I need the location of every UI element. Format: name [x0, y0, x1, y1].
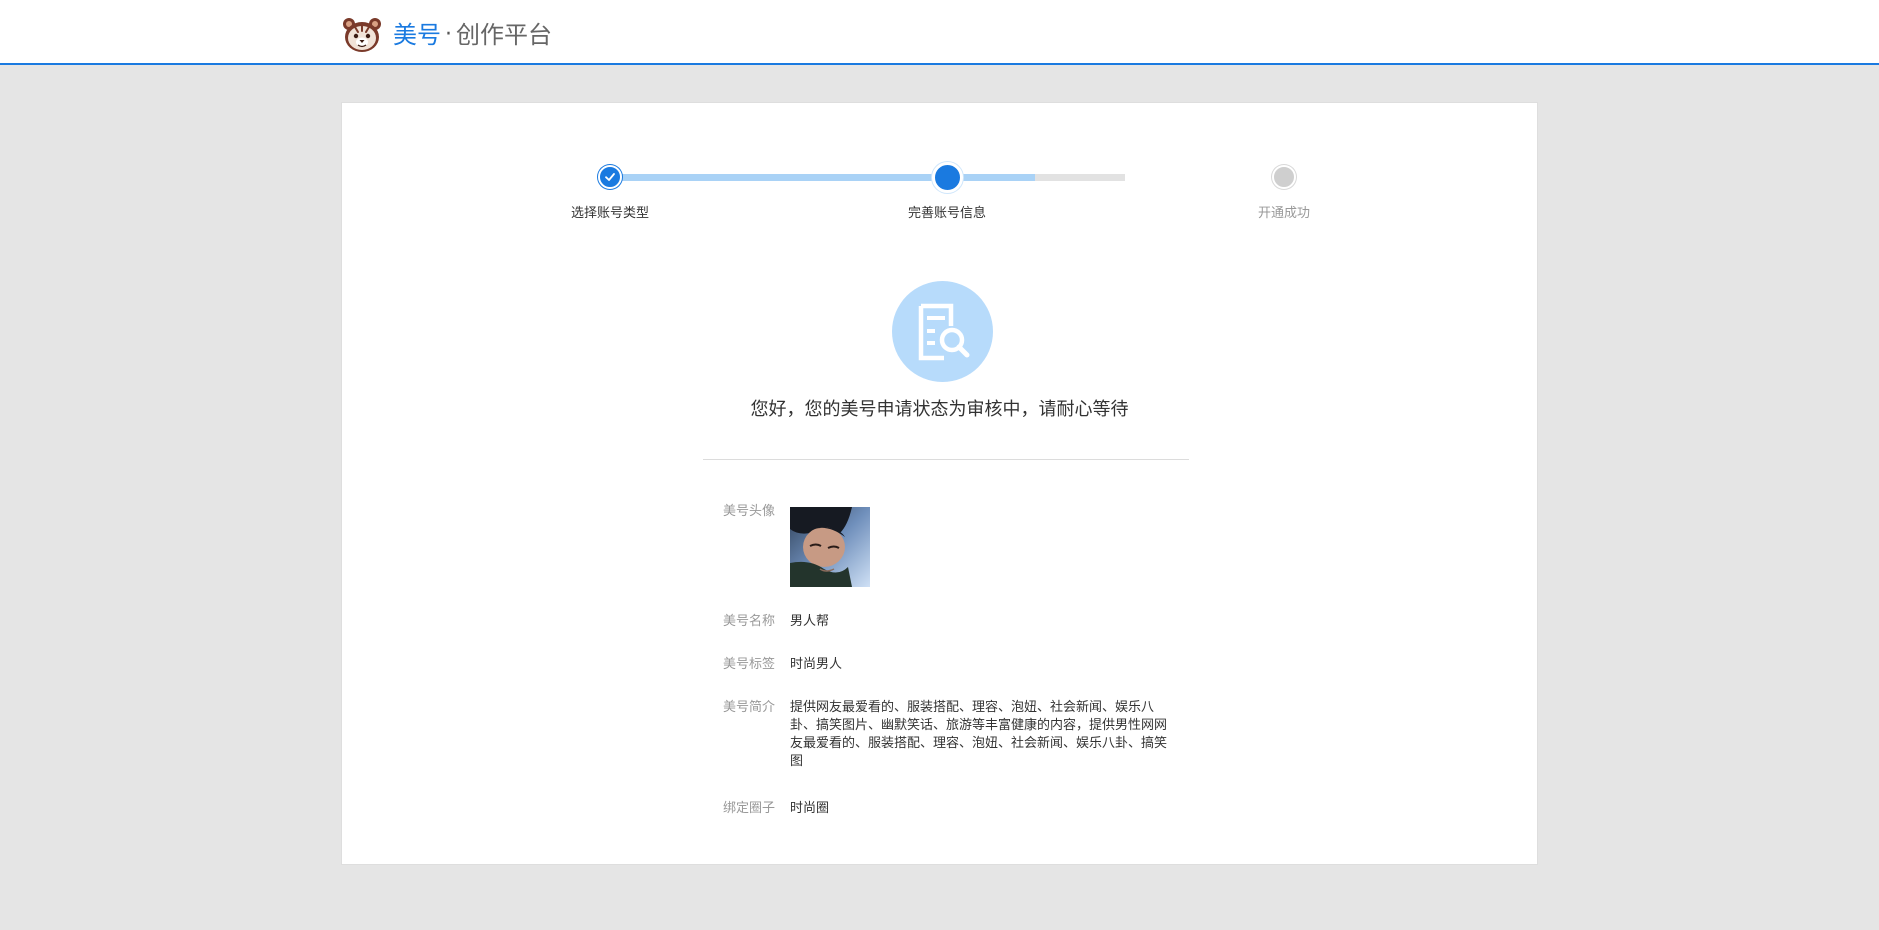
application-status-card: 选择账号类型 完善账号信息 开通成功 您好，您的美号申请状态为审核中，请耐心等待… — [341, 102, 1538, 865]
avatar-label: 美号头像 — [723, 504, 776, 519]
name-value: 男人帮 — [790, 614, 830, 629]
avatar — [790, 507, 870, 587]
document-search-icon — [918, 303, 969, 360]
step-3-node — [1272, 165, 1296, 189]
top-header: 美号 · 创作平台 — [0, 0, 1879, 65]
avatar-row: 美号头像 — [723, 503, 1173, 587]
status-message: 您好，您的美号申请状态为审核中，请耐心等待 — [750, 399, 1129, 420]
description-label: 美号简介 — [723, 700, 776, 715]
brand-subtitle: 创作平台 — [456, 21, 552, 49]
circle-row: 绑定圈子 时尚圈 — [723, 800, 1173, 818]
brand-separator: · — [445, 22, 452, 47]
step-2-node — [932, 162, 963, 193]
progress-stepper: 选择账号类型 完善账号信息 开通成功 — [342, 103, 1537, 233]
tiger-logo-icon — [343, 18, 381, 52]
circle-label: 绑定圈子 — [723, 801, 776, 816]
description-row: 美号简介 提供网友最爱看的、服装搭配、理容、泡妞、社会新闻、娱乐八卦、搞笑图片、… — [723, 699, 1173, 771]
name-row: 美号名称 男人帮 — [723, 613, 1173, 631]
step-3-label: 开通成功 — [1257, 206, 1310, 221]
name-label: 美号名称 — [723, 614, 776, 629]
avatar-photo — [790, 507, 870, 587]
review-status-badge — [892, 281, 993, 382]
tag-label: 美号标签 — [723, 657, 776, 672]
tag-row: 美号标签 时尚男人 — [723, 656, 1173, 674]
step-1-label: 选择账号类型 — [570, 206, 649, 221]
stepper-track-progress — [610, 174, 1035, 181]
circle-value: 时尚圈 — [790, 801, 830, 816]
step-1-node — [598, 165, 622, 189]
section-divider — [703, 459, 1189, 460]
description-value: 提供网友最爱看的、服装搭配、理容、泡妞、社会新闻、娱乐八卦、搞笑图片、幽默笑话、… — [790, 700, 1168, 769]
brand-name: 美号 — [393, 21, 441, 49]
checkmark-icon — [605, 173, 615, 181]
tag-value: 时尚男人 — [790, 657, 843, 672]
step-2-label: 完善账号信息 — [907, 206, 986, 221]
avatar-value — [790, 503, 1173, 587]
brand-logo[interactable]: 美号 · 创作平台 — [342, 17, 552, 53]
